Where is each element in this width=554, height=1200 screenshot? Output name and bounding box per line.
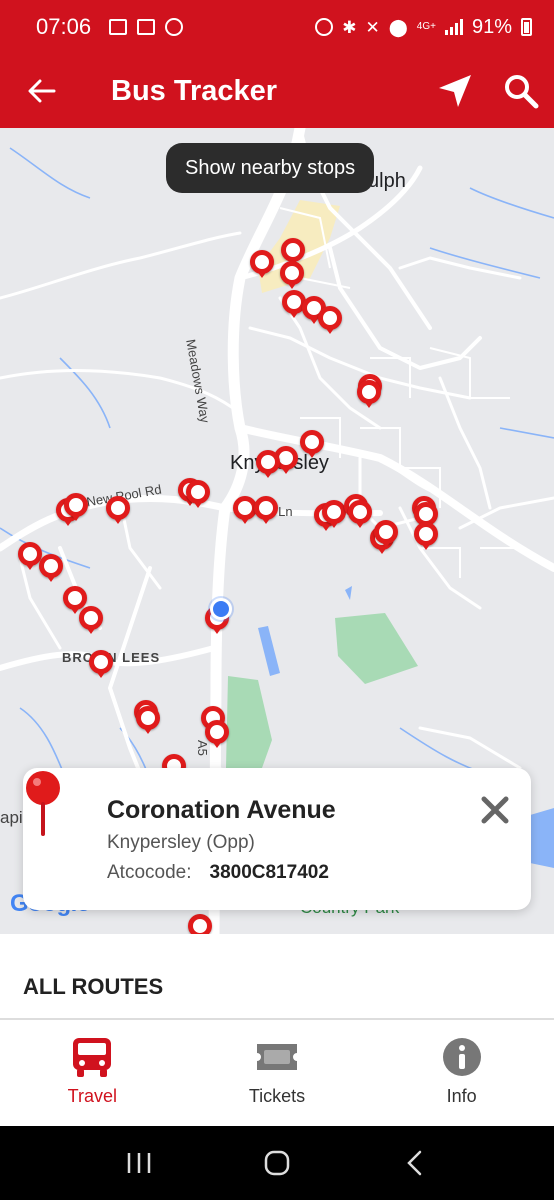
app-actions [422,54,554,128]
bus-stop-marker[interactable] [322,500,346,528]
bus-stop-marker[interactable] [300,430,324,458]
toast-text: Show nearby stops [185,156,356,179]
nav-item-tickets[interactable]: Tickets [185,1020,370,1126]
nav-item-travel[interactable]: Travel [0,1020,185,1126]
back-button[interactable] [0,54,84,128]
bus-stop-marker[interactable] [280,261,304,289]
bus-stop-marker[interactable] [374,520,398,548]
status-right: ✱ ✕ ⬤ 4G+ 91% [315,16,532,39]
bus-stop-marker[interactable] [106,496,130,524]
bus-stop-marker[interactable] [136,706,160,734]
bus-stop-marker[interactable] [64,493,88,521]
system-back-button[interactable] [385,1133,445,1193]
bus-stop-marker[interactable] [205,720,229,748]
atcocode-row: Atcocode: 3800C817402 [107,862,329,884]
navigation-arrow-icon [439,75,471,107]
map-label-a5: A5 [195,740,210,756]
nav-item-info[interactable]: Info [369,1020,554,1126]
battery-percent: 91% [471,15,512,38]
stop-name: Coronation Avenue [107,796,336,824]
nearby-stops-toast[interactable]: Show nearby stops [166,143,375,193]
alarm-icon [165,18,184,36]
bus-stop-marker[interactable] [414,522,438,550]
bus-stop-marker[interactable] [63,586,87,614]
gallery-icon [109,19,128,35]
bus-stop-marker[interactable] [89,650,113,678]
system-nav-bar [0,1126,554,1200]
routes-title: ALL ROUTES [23,974,164,999]
app-bar: Bus Tracker [0,54,554,128]
bus-stop-marker[interactable] [254,496,278,524]
home-icon [264,1150,290,1176]
card-icon [137,19,156,35]
close-button[interactable] [479,794,511,826]
bus-stop-marker[interactable] [318,306,342,334]
search-button[interactable] [488,54,554,128]
bus-icon [73,1038,112,1077]
chevron-left-icon [407,1150,422,1176]
info-icon [442,1038,481,1076]
back-arrow-icon [28,79,56,103]
bus-stop-marker[interactable] [79,606,103,634]
battery-icon [521,18,532,36]
nav-label-info: Info [446,1086,477,1106]
status-time: 07:06 [36,14,92,39]
bus-stop-marker[interactable] [281,238,305,266]
bus-stop-marker[interactable] [348,500,372,528]
stop-info-card[interactable]: Coronation Avenue Knypersley (Opp) Atcoc… [23,768,531,910]
current-location-dot [210,598,232,620]
bus-stop-marker[interactable] [188,914,212,934]
nav-label-tickets: Tickets [248,1086,306,1106]
map-label-area-left: api [0,808,23,827]
recent-apps-button[interactable] [109,1133,169,1193]
atcocode-label: Atcocode: [107,862,192,883]
stop-locality: Knypersley (Opp) [107,832,255,853]
signal-icon [444,19,463,35]
status-bar: 07:06 ✱ ✕ ⬤ 4G+ 91% [0,0,554,54]
bluetooth-icon: ✱ [342,17,357,37]
page-title: Bus Tracker [111,74,278,107]
bus-stop-marker[interactable] [39,554,63,582]
alarm-status-icon [315,18,334,36]
ticket-icon [257,1044,297,1070]
mute-icon: ✕ [365,17,380,37]
map-view[interactable]: Biddulph Knypersley Meadows Way New Pool… [0,128,554,934]
home-button[interactable] [247,1133,307,1193]
network-type: 4G+ [416,21,436,32]
atcocode-value: 3800C817402 [209,862,329,883]
bus-stop-marker[interactable] [357,380,381,408]
screen: 07:06 ✱ ✕ ⬤ 4G+ 91% Bus Tracker Meadows … [0,0,554,1200]
bottom-nav: Travel Tickets Info [0,1020,554,1126]
locate-button[interactable] [422,54,488,128]
bus-stop-marker[interactable] [256,450,280,478]
status-left: 07:06 [36,14,184,40]
close-icon [481,796,509,824]
nav-label-travel: Travel [67,1086,117,1106]
location-icon: ⬤ [388,17,408,37]
bus-stop-marker[interactable] [250,250,274,278]
map-pin-icon [26,771,60,836]
routes-section: ALL ROUTES [0,934,554,1018]
search-icon [505,75,539,109]
recent-apps-icon [127,1153,151,1173]
bus-stop-marker[interactable] [186,480,210,508]
